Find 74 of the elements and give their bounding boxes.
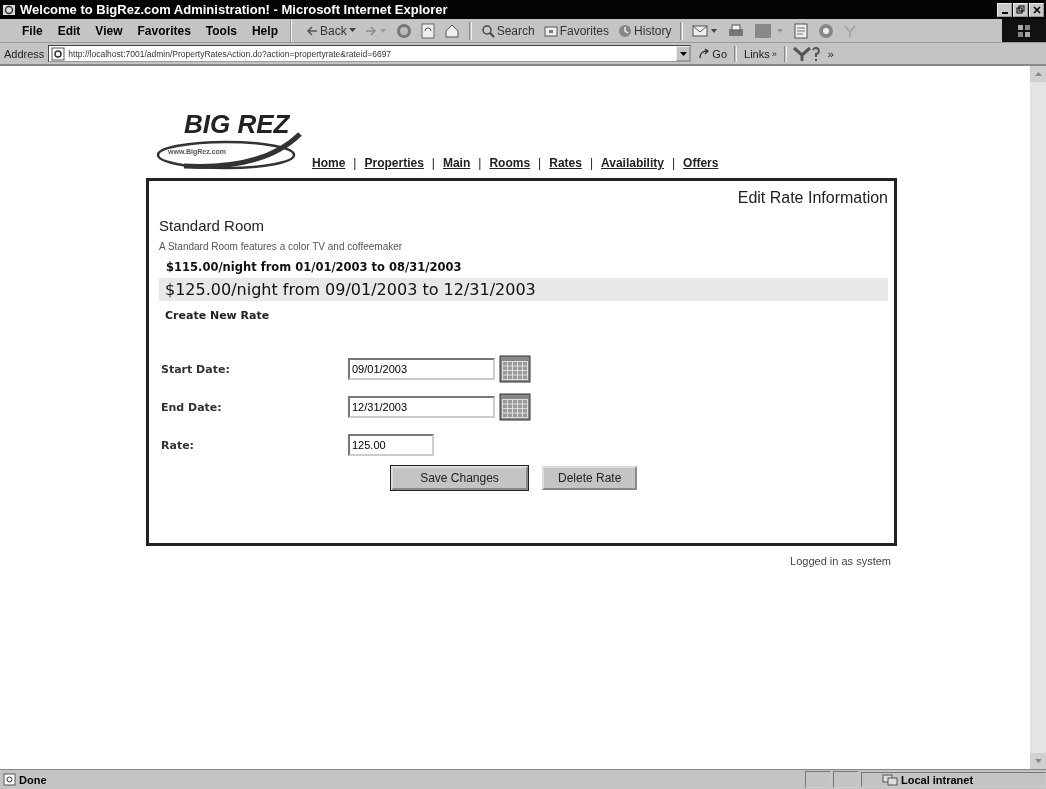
network-icon: [882, 773, 898, 786]
separator: |: [431, 156, 435, 170]
separator: |: [589, 156, 594, 170]
print-icon[interactable]: [727, 22, 746, 39]
go-arrow-icon: [698, 47, 711, 60]
rate-item[interactable]: $125.00/night from 09/01/2003 to 12/31/2003: [159, 278, 888, 301]
create-rate-link[interactable]: Create New Rate: [159, 309, 270, 322]
panel-heading: Edit Rate Information: [736, 189, 888, 207]
scroll-down-icon[interactable]: [1034, 759, 1042, 763]
close-button[interactable]: [1029, 2, 1044, 17]
minimize-button[interactable]: [997, 2, 1012, 17]
calendar-icon[interactable]: [499, 355, 531, 383]
address-field[interactable]: http://localhost:7001/admin/PropertyRatesAction.do?action=propertyrate&rateid=6697: [48, 45, 692, 62]
address-label: Address: [4, 47, 45, 60]
mail-icon[interactable]: [692, 22, 719, 39]
field-label: Start Date:: [160, 362, 231, 376]
date-field[interactable]: 09/01/2003: [348, 358, 495, 380]
nav-link[interactable]: Offers: [683, 156, 719, 170]
menu-item[interactable]: Help: [251, 23, 278, 38]
stop-icon[interactable]: [395, 22, 412, 39]
page-icon: [3, 773, 16, 786]
scroll-up-icon[interactable]: [1034, 72, 1042, 76]
minimize-icon: [1001, 11, 1008, 14]
menu-item[interactable]: Edit: [57, 23, 81, 38]
separator: |: [353, 156, 357, 170]
field-label: Rate:: [160, 438, 195, 452]
restore-icon: [1016, 5, 1025, 14]
separator: |: [478, 156, 482, 170]
nav-link[interactable]: Properties: [364, 156, 424, 170]
history-button[interactable]: History: [618, 23, 672, 38]
field-label: End Date:: [160, 400, 223, 414]
close-icon: [1032, 5, 1041, 14]
nav-link[interactable]: Availability: [601, 156, 664, 170]
login-status: Logged in as system: [789, 555, 891, 567]
room-name: Standard Room: [159, 217, 266, 234]
search-button[interactable]: Search: [480, 23, 535, 38]
nav-link[interactable]: Home: [312, 156, 346, 170]
menu-item[interactable]: Tools: [205, 23, 237, 38]
refresh-icon[interactable]: [420, 22, 435, 39]
nav-link[interactable]: Rates: [549, 156, 582, 170]
calendar-icon[interactable]: [499, 393, 531, 421]
menu-item[interactable]: File: [22, 23, 43, 38]
zone-indicator: Local intranet: [861, 772, 1046, 787]
favorites-button[interactable]: Favorites: [543, 23, 610, 38]
window-title: Welcome to BigRez.com Administration! - Microsoft Internet Explorer: [20, 2, 449, 17]
nav-link[interactable]: Main: [442, 156, 471, 170]
nav-link[interactable]: Rooms: [489, 156, 531, 170]
browser-icon: [2, 2, 16, 17]
home-icon[interactable]: [443, 22, 460, 39]
caret-icon: [348, 28, 356, 33]
folder-icon: [543, 24, 558, 37]
search-icon: [480, 23, 495, 38]
menu-item[interactable]: View: [95, 23, 123, 38]
back-arrow-icon: [305, 24, 318, 37]
room-description: A Standard Room features a color TV and coffeemaker: [159, 241, 404, 252]
rate-item[interactable]: $115.00/night from 01/01/2003 to 08/31/2003: [159, 260, 888, 274]
separator: |: [671, 156, 676, 170]
restore-button[interactable]: [1013, 2, 1028, 17]
menu-item[interactable]: Favorites: [137, 23, 191, 38]
separator: |: [538, 156, 542, 170]
date-field[interactable]: 12/31/2003: [348, 396, 495, 418]
rate-field[interactable]: 125.00: [348, 434, 434, 456]
more-button[interactable]: »: [824, 47, 837, 60]
save-button[interactable]: Save Changes: [391, 466, 528, 490]
go-button[interactable]: Go: [695, 47, 731, 60]
delete-button[interactable]: Delete Rate: [542, 466, 638, 490]
page-icon[interactable]: [793, 22, 810, 39]
dropdown-button[interactable]: [676, 46, 691, 61]
caret-icon: [679, 51, 687, 56]
back-button[interactable]: Back: [305, 23, 356, 38]
page-icon: [51, 46, 66, 61]
scrollbar[interactable]: [1030, 66, 1046, 769]
status-text: Done: [19, 773, 48, 786]
clock-icon: [618, 23, 633, 38]
